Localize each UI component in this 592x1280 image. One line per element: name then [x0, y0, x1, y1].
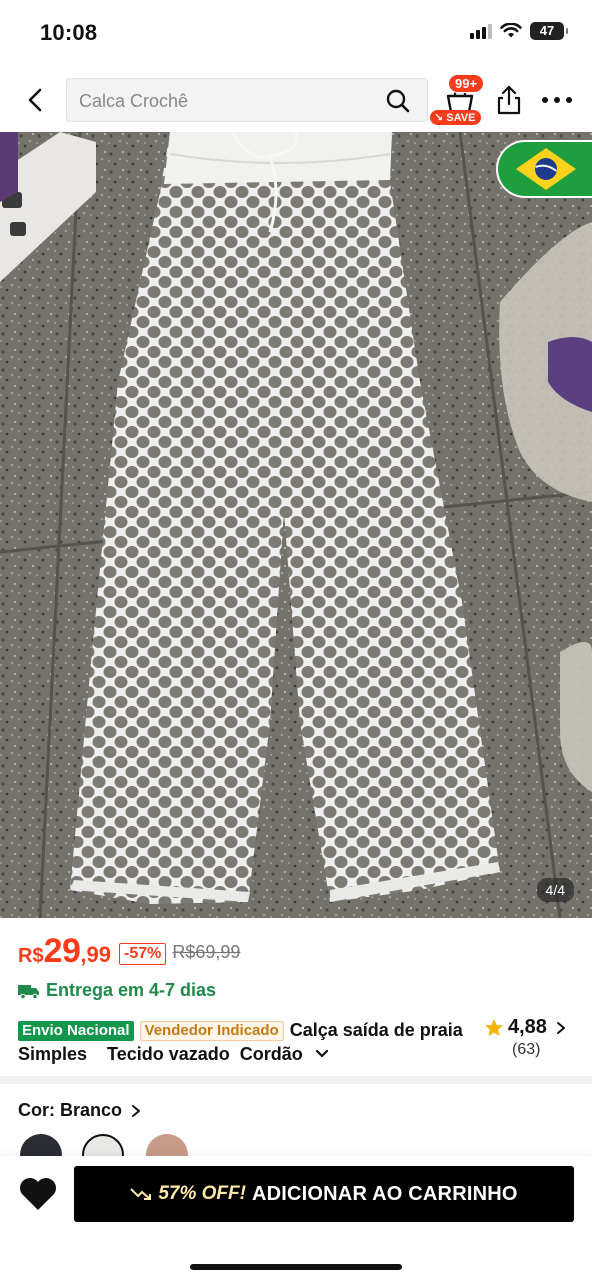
bottom-action-bar: 57% OFF! ADICIONAR AO CARRINHO: [0, 1156, 592, 1280]
delivery-text: Entrega em 4-7 dias: [46, 980, 217, 1000]
color-selector[interactable]: Cor: Branco: [18, 1100, 142, 1121]
review-count: (63): [512, 1041, 541, 1058]
search-query: Calca Crochê: [79, 91, 189, 111]
heart-icon[interactable]: [18, 1176, 58, 1212]
status-time: 10:08: [40, 20, 98, 45]
search-icon[interactable]: [385, 88, 411, 114]
chevron-down-icon[interactable]: [315, 1047, 329, 1061]
battery-icon: 47: [530, 22, 568, 40]
add-to-cart-label: ADICIONAR AO CARRINHO: [251, 1182, 518, 1205]
color-label: Cor: Branco: [18, 1100, 123, 1120]
price-integer: 29: [43, 932, 81, 970]
save-label: SAVE: [446, 112, 476, 124]
home-indicator: [190, 1264, 402, 1270]
star-icon: [485, 1018, 503, 1036]
image-counter: 4/4: [536, 878, 574, 902]
cart-count-badge: 99+: [448, 74, 485, 93]
signal-icon: [470, 23, 492, 39]
cart-button[interactable]: 99+ ↘ SAVE: [430, 72, 492, 130]
rating-value: 4,88: [508, 1016, 547, 1038]
save-badge: ↘ SAVE: [430, 110, 482, 125]
back-icon[interactable]: [20, 84, 50, 116]
national-shipping-tag: Envio Nacional: [18, 1021, 134, 1041]
search-input[interactable]: Calca Crochê: [66, 78, 428, 122]
share-icon[interactable]: [494, 84, 524, 116]
rating-summary[interactable]: 4,88 (63): [484, 1016, 576, 1066]
brazil-flag-icon: [516, 148, 576, 190]
trend-down-icon: [130, 1188, 152, 1200]
status-bar: 10:08 47: [0, 0, 592, 68]
recommended-seller-tag: Vendedor Indicado: [139, 1021, 284, 1041]
section-divider: [0, 1076, 592, 1084]
product-image-gallery[interactable]: 4/4: [0, 132, 592, 918]
trend-down-icon: ↘: [434, 112, 444, 124]
delivery-info: Entrega em 4-7 dias: [18, 980, 216, 1001]
truck-icon: [18, 984, 39, 999]
add-to-cart-button[interactable]: 57% OFF! ADICIONAR AO CARRINHO: [74, 1166, 574, 1222]
product-photo: [0, 132, 592, 918]
price-currency: R$: [18, 945, 44, 967]
promo-text: 57% OFF!: [158, 1183, 246, 1204]
status-icons: 47: [470, 22, 568, 40]
discount-badge: -57%: [119, 943, 167, 965]
top-nav: Calca Crochê 99+ ↘ SAVE: [0, 68, 592, 132]
original-price: R$69,99: [172, 942, 241, 962]
price-row: R$ 29 ,99 -57% R$69,99: [18, 932, 240, 971]
chevron-right-icon: [132, 1104, 141, 1117]
product-title[interactable]: Envio Nacional Vendedor Indicado Calça saí…: [18, 1018, 474, 1066]
price-decimal: ,99: [80, 942, 111, 967]
flag-badge: [496, 140, 592, 198]
wifi-icon: [500, 23, 522, 38]
chevron-right-icon: [556, 1021, 565, 1034]
more-options-icon[interactable]: [540, 90, 574, 110]
